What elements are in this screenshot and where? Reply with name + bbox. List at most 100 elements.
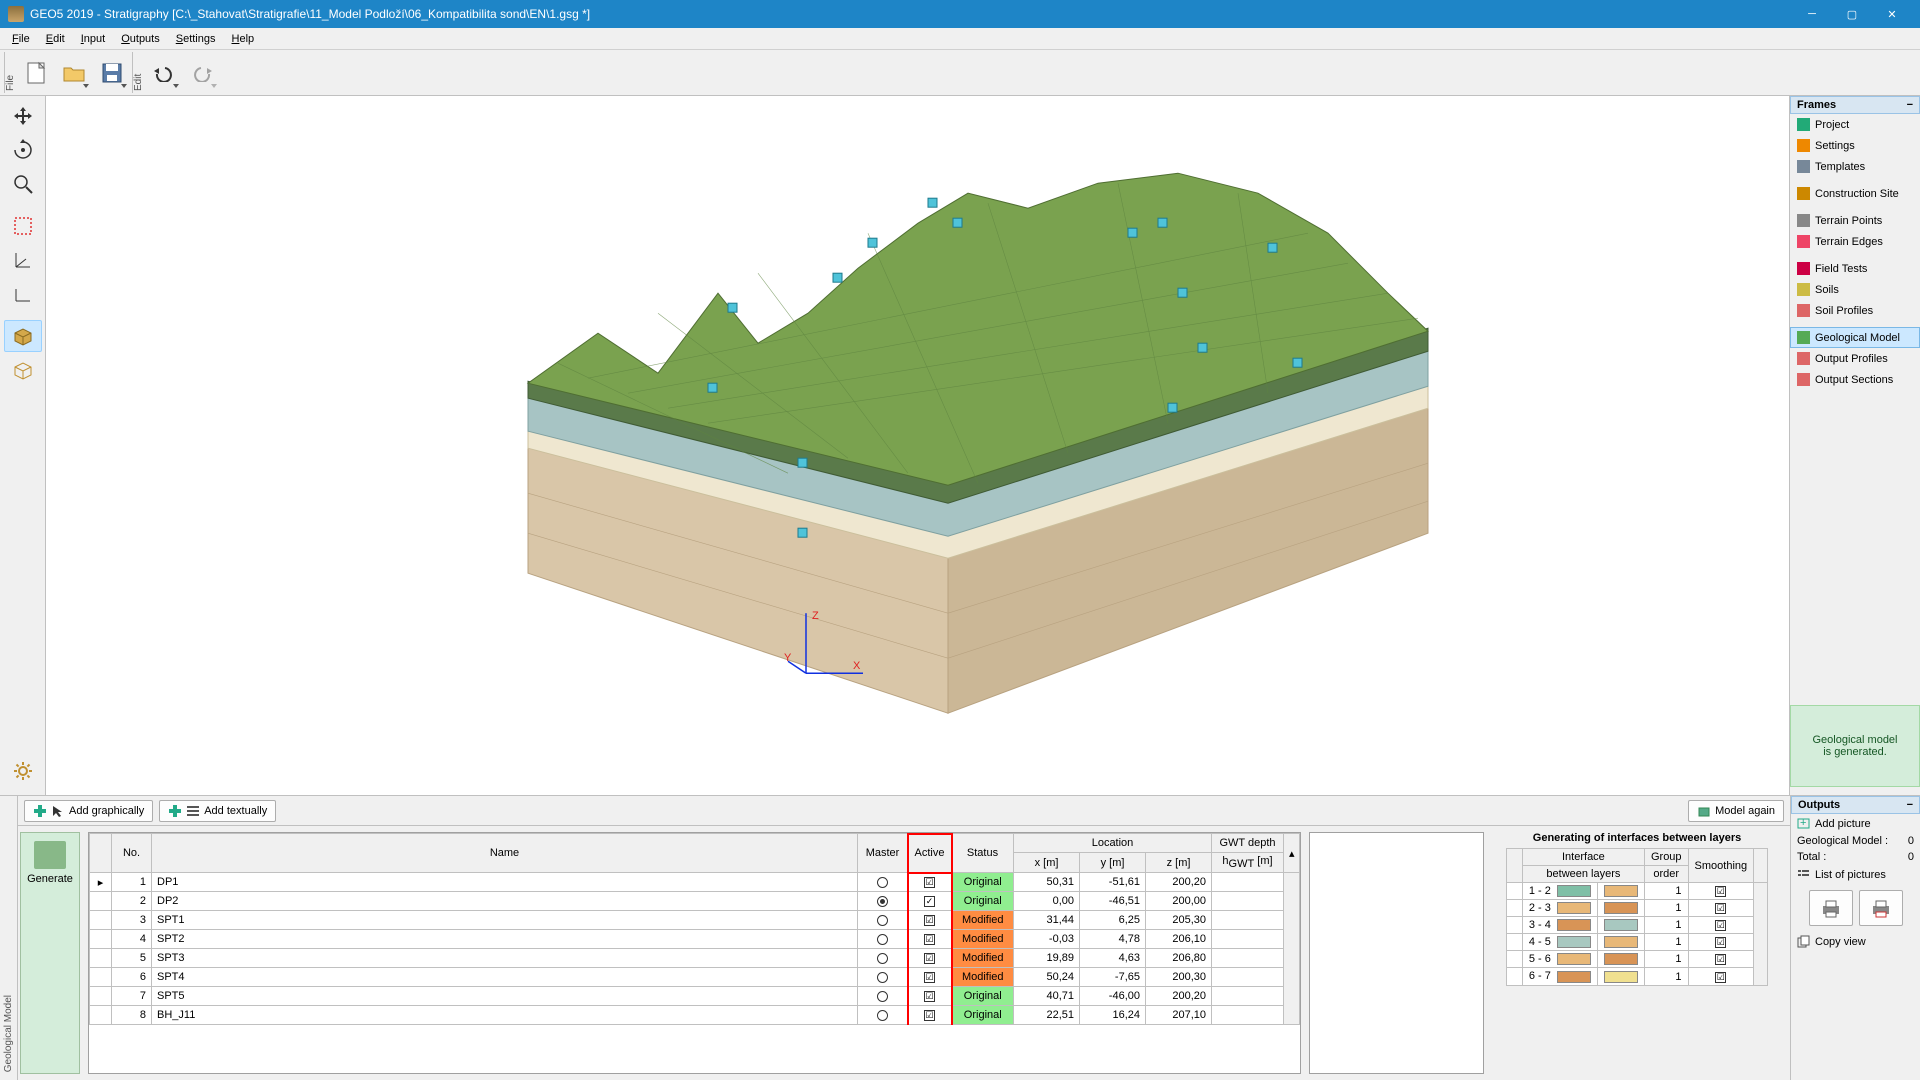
view-3d-solid-tool[interactable] bbox=[4, 354, 42, 386]
scrollbar-track[interactable]: ▴ bbox=[1284, 834, 1300, 873]
frame-item-soil-profiles[interactable]: Soil Profiles bbox=[1790, 300, 1920, 321]
svg-text:Z: Z bbox=[812, 610, 819, 622]
frame-icon bbox=[1797, 283, 1810, 296]
svg-text:+: + bbox=[1800, 817, 1806, 829]
minimize-button[interactable]: ─ bbox=[1792, 0, 1832, 28]
frame-item-terrain-edges[interactable]: Terrain Edges bbox=[1790, 231, 1920, 252]
menu-settings[interactable]: Settings bbox=[168, 31, 224, 47]
print-button[interactable] bbox=[1809, 890, 1853, 926]
3d-viewport[interactable]: Z X Y bbox=[46, 96, 1790, 795]
col-x[interactable]: x [m] bbox=[1014, 853, 1080, 873]
col-status[interactable]: Status bbox=[952, 834, 1014, 873]
redo-button[interactable] bbox=[184, 55, 220, 91]
menu-file[interactable]: File bbox=[4, 31, 38, 47]
view-settings-button[interactable] bbox=[4, 755, 42, 787]
outputs-collapse-icon[interactable]: − bbox=[1907, 799, 1913, 811]
main-toolbar: File Edit bbox=[0, 50, 1920, 96]
model-again-button[interactable]: Model again bbox=[1688, 800, 1784, 822]
bottom-section-label: Geological Model bbox=[0, 796, 18, 1080]
table-row[interactable]: 3SPT1☑Modified31,446,25205,30 bbox=[90, 911, 1300, 930]
checkbox-icon: ☑ bbox=[924, 877, 935, 888]
interface-row[interactable]: 5 - 6 1☑ bbox=[1506, 951, 1767, 968]
open-file-button[interactable] bbox=[56, 55, 92, 91]
col-master[interactable]: Master bbox=[858, 834, 908, 873]
frame-icon bbox=[1797, 118, 1810, 131]
table-row[interactable]: ▸1DP1☑Original50,31-51,61200,20 bbox=[90, 873, 1300, 892]
interface-row[interactable]: 2 - 3 1☑ bbox=[1506, 900, 1767, 917]
col-z[interactable]: z [m] bbox=[1146, 853, 1212, 873]
frame-item-field-tests[interactable]: Field Tests bbox=[1790, 258, 1920, 279]
copy-view-button[interactable]: Copy view bbox=[1791, 932, 1920, 951]
frames-collapse-icon[interactable]: − bbox=[1907, 99, 1913, 111]
scrollbar[interactable] bbox=[1284, 873, 1300, 1025]
scrollbar[interactable] bbox=[1754, 883, 1768, 986]
frame-icon bbox=[1797, 262, 1810, 275]
rotate-tool[interactable] bbox=[4, 134, 42, 166]
new-file-button[interactable] bbox=[18, 55, 54, 91]
pan-tool[interactable] bbox=[4, 100, 42, 132]
interface-row[interactable]: 6 - 7 1☑ bbox=[1506, 968, 1767, 985]
menu-input[interactable]: Input bbox=[73, 31, 113, 47]
total-count: Total :0 bbox=[1791, 849, 1920, 865]
col-y[interactable]: y [m] bbox=[1080, 853, 1146, 873]
menu-outputs[interactable]: Outputs bbox=[113, 31, 168, 47]
table-row[interactable]: 2DP2✓Original0,00-46,51200,00 bbox=[90, 892, 1300, 911]
interface-row[interactable]: 4 - 5 1☑ bbox=[1506, 934, 1767, 951]
save-file-button[interactable] bbox=[94, 55, 130, 91]
table-row[interactable]: 4SPT2☑Modified-0,034,78206,10 bbox=[90, 930, 1300, 949]
add-picture-button[interactable]: + Add picture bbox=[1791, 814, 1920, 833]
geo-model-count: Geological Model :0 bbox=[1791, 833, 1920, 849]
refresh-icon bbox=[1697, 804, 1711, 818]
col-active[interactable]: Active bbox=[908, 834, 952, 873]
table-row[interactable]: 8BH_J11☑Original22,5116,24207,10 bbox=[90, 1006, 1300, 1025]
menu-edit[interactable]: Edit bbox=[38, 31, 73, 47]
add-textually-button[interactable]: Add textually bbox=[159, 800, 276, 822]
plus-icon bbox=[33, 804, 47, 818]
copy-icon bbox=[1797, 935, 1810, 948]
print-pdf-button[interactable] bbox=[1859, 890, 1903, 926]
generate-button[interactable]: Generate bbox=[20, 832, 80, 1074]
zoom-tool[interactable] bbox=[4, 168, 42, 200]
radio-icon bbox=[877, 1010, 888, 1021]
col-name[interactable]: Name bbox=[152, 834, 858, 873]
col-hgwt[interactable]: hGWT [m] bbox=[1212, 853, 1284, 873]
ucs-tool[interactable] bbox=[4, 278, 42, 310]
window-title: GEO5 2019 - Stratigraphy [C:\_Stahovat\S… bbox=[30, 7, 1792, 21]
checkbox-icon: ☑ bbox=[1715, 886, 1726, 897]
frame-icon bbox=[1797, 373, 1810, 386]
frame-item-project[interactable]: Project bbox=[1790, 114, 1920, 135]
checkbox-icon: ☑ bbox=[924, 972, 935, 983]
frame-item-output-sections[interactable]: Output Sections bbox=[1790, 369, 1920, 390]
toolbar-group-edit: Edit bbox=[132, 52, 144, 93]
maximize-button[interactable]: ▢ bbox=[1832, 0, 1872, 28]
interface-row[interactable]: 3 - 4 1☑ bbox=[1506, 917, 1767, 934]
undo-button[interactable] bbox=[146, 55, 182, 91]
menu-help[interactable]: Help bbox=[224, 31, 263, 47]
radio-icon bbox=[877, 972, 888, 983]
close-button[interactable]: ✕ bbox=[1872, 0, 1912, 28]
list-of-pictures-button[interactable]: List of pictures bbox=[1791, 865, 1920, 884]
col-no[interactable]: No. bbox=[112, 834, 152, 873]
add-graphically-button[interactable]: Add graphically bbox=[24, 800, 153, 822]
table-row[interactable]: 5SPT3☑Modified19,894,63206,80 bbox=[90, 949, 1300, 968]
zoom-extents-tool[interactable] bbox=[4, 210, 42, 242]
axes-tool[interactable] bbox=[4, 244, 42, 276]
col-gwt[interactable]: GWT depth bbox=[1212, 834, 1284, 853]
table-row[interactable]: 6SPT4☑Modified50,24-7,65200,30 bbox=[90, 968, 1300, 987]
col-location[interactable]: Location bbox=[1014, 834, 1212, 853]
checkbox-icon: ☑ bbox=[924, 915, 935, 926]
outputs-header: Outputs − bbox=[1791, 796, 1920, 814]
frame-item-construction-site[interactable]: Construction Site bbox=[1790, 183, 1920, 204]
frame-item-templates[interactable]: Templates bbox=[1790, 156, 1920, 177]
frame-item-geological-model[interactable]: Geological Model bbox=[1790, 327, 1920, 348]
table-row[interactable]: 7SPT5☑Original40,71-46,00200,20 bbox=[90, 987, 1300, 1006]
frame-item-terrain-points[interactable]: Terrain Points bbox=[1790, 210, 1920, 231]
frame-item-settings[interactable]: Settings bbox=[1790, 135, 1920, 156]
frame-item-output-profiles[interactable]: Output Profiles bbox=[1790, 348, 1920, 369]
frame-item-soils[interactable]: Soils bbox=[1790, 279, 1920, 300]
frames-panel: Frames − ProjectSettingsTemplatesConstru… bbox=[1790, 96, 1920, 795]
interface-row[interactable]: 1 - 2 1☑ bbox=[1506, 883, 1767, 900]
boreholes-table: No. Name Master Active Status Location G… bbox=[88, 832, 1301, 1074]
cursor-icon bbox=[51, 804, 65, 818]
view-3d-wire-tool[interactable] bbox=[4, 320, 42, 352]
